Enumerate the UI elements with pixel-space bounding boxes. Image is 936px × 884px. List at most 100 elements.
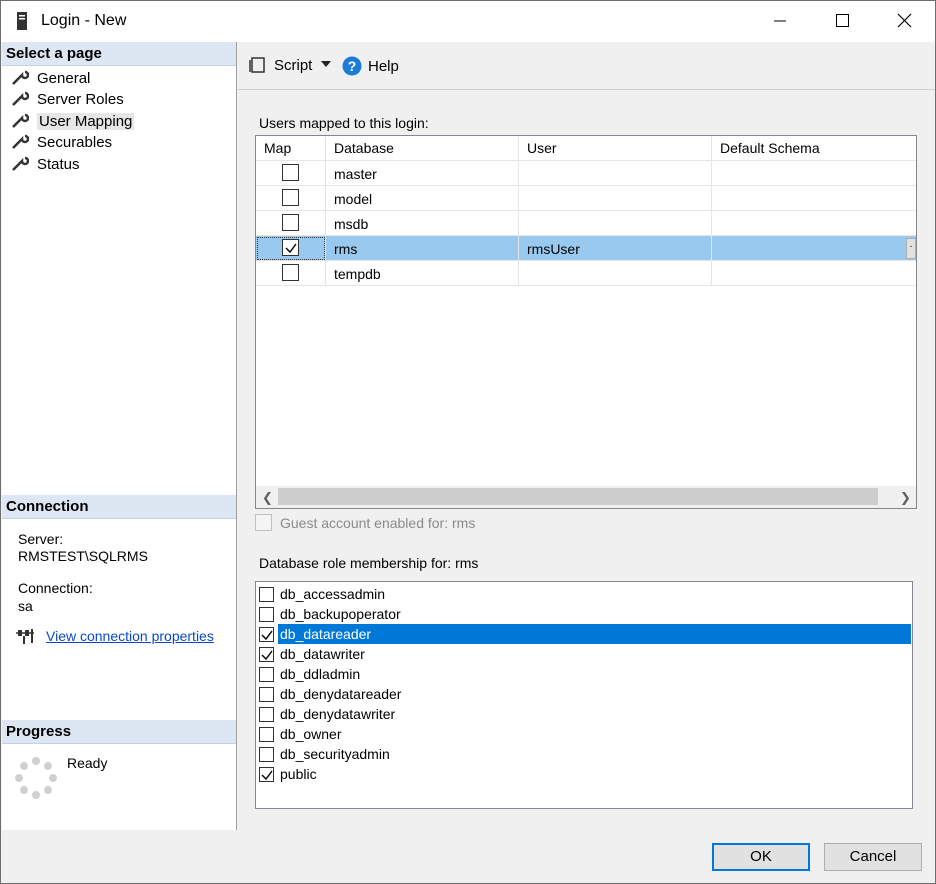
help-button[interactable]: ? Help bbox=[342, 56, 399, 76]
wrench-icon bbox=[12, 70, 29, 85]
page-server-roles[interactable]: Server Roles bbox=[11, 89, 124, 109]
role-item[interactable]: db_datareader bbox=[259, 624, 911, 644]
script-icon bbox=[249, 57, 265, 73]
role-item[interactable]: db_denydatawriter bbox=[259, 704, 911, 724]
schema-cell[interactable] bbox=[712, 236, 916, 261]
page-status[interactable]: Status bbox=[11, 154, 80, 174]
user-cell[interactable] bbox=[519, 161, 712, 186]
user-cell[interactable]: rmsUser bbox=[519, 236, 712, 261]
users-mapped-label: Users mapped to this login: bbox=[259, 115, 429, 131]
script-label: Script bbox=[274, 56, 313, 74]
role-checkbox[interactable] bbox=[259, 706, 274, 722]
role-label: db_denydatareader bbox=[280, 686, 402, 702]
role-checkbox[interactable] bbox=[259, 666, 274, 682]
cancel-button[interactable]: Cancel bbox=[824, 843, 922, 871]
map-cell bbox=[256, 161, 326, 186]
minimize-button[interactable] bbox=[749, 1, 811, 41]
wrench-icon bbox=[12, 91, 29, 106]
map-checkbox[interactable] bbox=[282, 214, 299, 231]
table-row[interactable]: master bbox=[256, 161, 916, 186]
schema-browse-button[interactable]: . bbox=[906, 238, 916, 259]
table-row[interactable]: rms rmsUser . bbox=[256, 236, 916, 261]
role-label: db_ddladmin bbox=[280, 666, 361, 682]
connection-value: sa bbox=[18, 598, 33, 614]
user-cell[interactable] bbox=[519, 261, 712, 286]
view-connection-properties-link[interactable]: View connection properties bbox=[46, 628, 214, 644]
progress-header: Progress bbox=[2, 720, 236, 744]
map-checkbox[interactable] bbox=[282, 264, 299, 281]
script-dropdown-button[interactable] bbox=[321, 60, 331, 68]
role-label: db_datareader bbox=[278, 624, 911, 644]
user-cell[interactable] bbox=[519, 186, 712, 211]
connection-properties-icon bbox=[16, 629, 34, 644]
server-value: RMSTEST\SQLRMS bbox=[18, 548, 148, 564]
guest-checkbox-box bbox=[255, 514, 272, 531]
role-checkbox[interactable] bbox=[259, 586, 274, 602]
map-checkbox[interactable] bbox=[282, 164, 299, 181]
role-checkbox[interactable] bbox=[259, 606, 274, 622]
database-cell: tempdb bbox=[326, 261, 519, 286]
checkmark-icon bbox=[285, 243, 297, 254]
server-label: Server: bbox=[18, 531, 64, 547]
table-row[interactable]: model bbox=[256, 186, 916, 211]
role-item[interactable]: db_accessadmin bbox=[259, 584, 911, 604]
column-header-user[interactable]: User bbox=[519, 136, 712, 161]
schema-cell[interactable] bbox=[712, 161, 916, 186]
left-pane: Select a page General Server Roles User … bbox=[2, 42, 237, 830]
connection-header: Connection bbox=[2, 495, 236, 519]
map-checkbox[interactable] bbox=[282, 189, 299, 206]
role-item[interactable]: public bbox=[259, 764, 911, 784]
role-item[interactable]: db_datawriter bbox=[259, 644, 911, 664]
role-label: db_denydatawriter bbox=[280, 706, 396, 722]
user-cell[interactable] bbox=[519, 211, 712, 236]
map-checkbox[interactable] bbox=[282, 239, 299, 256]
scroll-left-icon[interactable]: ❮ bbox=[262, 490, 273, 506]
maximize-button[interactable] bbox=[811, 1, 873, 41]
role-membership-list: db_accessadmin db_backupoperator db_data… bbox=[255, 581, 913, 809]
checkmark-icon bbox=[261, 630, 273, 640]
column-header-default-schema[interactable]: Default Schema bbox=[712, 136, 916, 161]
role-checkbox[interactable] bbox=[259, 746, 274, 762]
user-mapping-grid: Map Database User Default Schema master … bbox=[255, 135, 917, 509]
schema-cell[interactable] bbox=[712, 211, 916, 236]
role-checkbox[interactable] bbox=[259, 686, 274, 702]
page-general[interactable]: General bbox=[11, 68, 90, 88]
role-label: db_datawriter bbox=[280, 646, 365, 662]
help-label: Help bbox=[368, 57, 399, 75]
role-checkbox[interactable] bbox=[259, 646, 274, 662]
role-label: db_owner bbox=[280, 726, 342, 742]
horizontal-scrollbar[interactable]: ❮ ❯ bbox=[256, 486, 916, 508]
scroll-right-icon[interactable]: ❯ bbox=[900, 490, 911, 506]
help-icon: ? bbox=[342, 56, 362, 76]
close-button[interactable] bbox=[873, 1, 935, 41]
column-header-database[interactable]: Database bbox=[326, 136, 519, 161]
page-securables[interactable]: Securables bbox=[11, 132, 112, 152]
page-user-mapping[interactable]: User Mapping bbox=[11, 111, 135, 131]
schema-cell[interactable] bbox=[712, 261, 916, 286]
role-item[interactable]: db_ddladmin bbox=[259, 664, 911, 684]
script-button[interactable]: Script bbox=[248, 56, 312, 74]
connection-label: Connection: bbox=[18, 580, 93, 596]
scroll-thumb[interactable] bbox=[278, 488, 878, 505]
role-label: db_backupoperator bbox=[280, 606, 401, 622]
minimize-icon bbox=[774, 20, 786, 22]
role-checkbox[interactable] bbox=[259, 766, 274, 782]
progress-status: Ready bbox=[67, 755, 108, 771]
database-cell: msdb bbox=[326, 211, 519, 236]
role-item[interactable]: db_owner bbox=[259, 724, 911, 744]
schema-cell[interactable] bbox=[712, 186, 916, 211]
checkmark-icon bbox=[261, 650, 273, 660]
page-label: Server Roles bbox=[37, 90, 124, 108]
table-row[interactable]: msdb bbox=[256, 211, 916, 236]
role-item[interactable]: db_denydatareader bbox=[259, 684, 911, 704]
ok-button[interactable]: OK bbox=[712, 843, 810, 871]
toolbar: Script ? Help bbox=[238, 42, 935, 90]
role-checkbox[interactable] bbox=[259, 626, 274, 642]
role-item[interactable]: db_backupoperator bbox=[259, 604, 911, 624]
server-icon bbox=[17, 12, 27, 30]
column-header-map[interactable]: Map bbox=[256, 136, 326, 161]
page-label: Status bbox=[37, 155, 80, 173]
table-row[interactable]: tempdb bbox=[256, 261, 916, 286]
role-checkbox[interactable] bbox=[259, 726, 274, 742]
role-item[interactable]: db_securityadmin bbox=[259, 744, 911, 764]
